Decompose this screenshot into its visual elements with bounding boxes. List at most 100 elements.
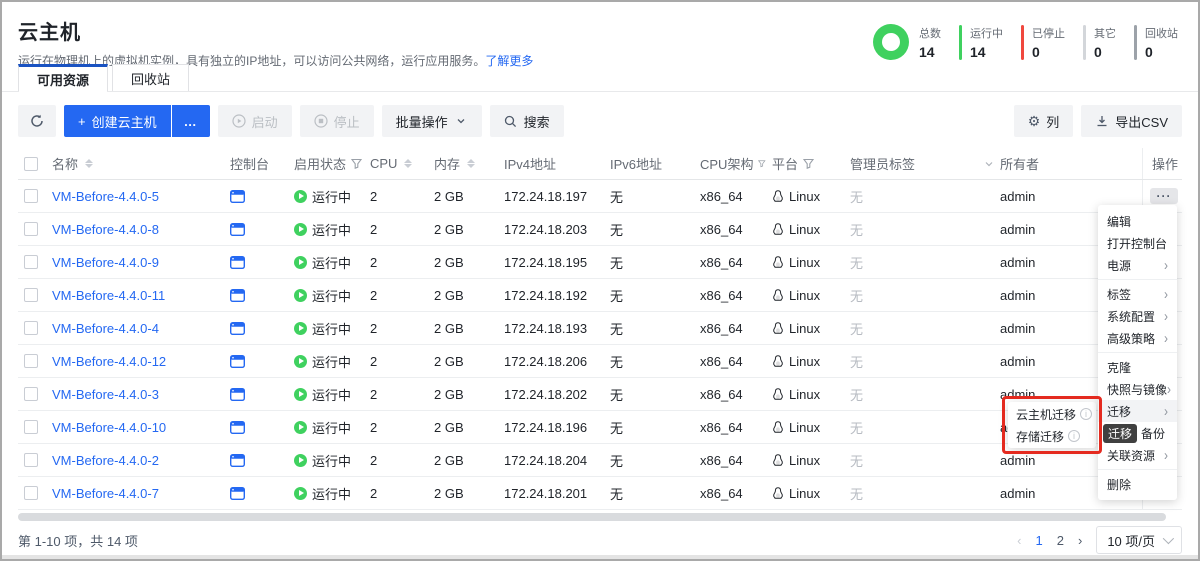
admin-tag-value: 无 [850,484,863,503]
export-csv-button[interactable]: 导出CSV [1081,105,1182,137]
filter-icon[interactable] [758,158,766,169]
console-icon[interactable] [230,388,245,401]
console-icon[interactable] [230,256,245,269]
ipv6-value: 无 [610,484,623,503]
submenu-item[interactable]: 云主机迁移 i [1008,403,1096,425]
row-checkbox[interactable] [24,354,38,368]
console-icon[interactable] [230,355,245,368]
owner-value: admin [1000,486,1035,501]
col-cpu[interactable]: CPU [370,156,434,171]
memory-value: 2 GB [434,420,464,435]
vm-name-link[interactable]: VM-Before-4.4.0-10 [52,420,166,435]
linux-penguin-icon [772,388,784,401]
filter-icon[interactable] [351,158,362,169]
console-icon[interactable] [230,454,245,467]
vm-name-link[interactable]: VM-Before-4.4.0-11 [52,288,165,303]
row-checkbox[interactable] [24,222,38,236]
menu-divider [1098,469,1177,470]
page-number-1[interactable]: 1 [1036,533,1043,548]
col-memory[interactable]: 内存 [434,154,504,173]
row-checkbox[interactable] [24,387,38,401]
admin-tag-value: 无 [850,220,863,239]
next-page-button[interactable]: › [1078,533,1082,548]
menu-item[interactable]: 电源 › [1098,254,1177,276]
console-icon[interactable] [230,223,245,236]
menu-item[interactable]: 打开控制台 › [1098,232,1177,254]
stat-label: 回收站 [1145,25,1178,41]
stop-button[interactable]: 停止 [300,105,374,137]
row-checkbox[interactable] [24,189,38,203]
tab-1[interactable]: 回收站 [112,64,189,91]
start-button[interactable]: 启动 [218,105,292,137]
columns-button[interactable]: ⚙ 列 [1014,105,1074,137]
horizontal-scrollbar[interactable] [18,513,1166,521]
row-actions-button[interactable]: ··· [1150,188,1178,204]
menu-item[interactable]: 标签 › [1098,283,1177,305]
ipv4-value: 172.24.18.192 [504,288,587,303]
table-header-row: 名称 控制台 启用状态 CPU 内存 IPv4地址 IPv6地址 CPU架构 平… [18,148,1182,180]
console-icon[interactable] [230,322,245,335]
col-name[interactable]: 名称 [52,154,230,173]
vm-name-link[interactable]: VM-Before-4.4.0-7 [52,486,159,501]
console-icon[interactable] [230,190,245,203]
collapse-chevron-icon[interactable] [984,159,994,169]
console-icon[interactable] [230,487,245,500]
select-all-checkbox[interactable] [24,157,38,171]
admin-tag-value: 无 [850,253,863,272]
console-icon[interactable] [230,289,245,302]
create-more-button[interactable]: … [172,105,210,137]
status-badge: 运行中 [294,352,351,371]
row-checkbox[interactable] [24,420,38,434]
sort-icon[interactable] [467,159,475,168]
col-platform[interactable]: 平台 [772,154,850,173]
submenu-item[interactable]: 存储迁移 i [1008,425,1096,447]
row-checkbox[interactable] [24,453,38,467]
col-arch[interactable]: CPU架构 [700,154,772,173]
menu-item[interactable]: 高级策略 › [1098,327,1177,349]
plus-icon: + [78,114,86,129]
table-row: VM-Before-4.4.0-8 运行中 2 2 GB 172.24.18.2… [18,213,1182,246]
stat-item: 已停止 0 [1021,25,1065,60]
vm-name-link[interactable]: VM-Before-4.4.0-4 [52,321,159,336]
row-checkbox[interactable] [24,288,38,302]
cpu-value: 2 [370,189,377,204]
ipv4-value: 172.24.18.193 [504,321,587,336]
running-icon [294,256,307,269]
menu-item[interactable]: 编辑 › [1098,210,1177,232]
console-icon[interactable] [230,421,245,434]
menu-item[interactable]: 删除 › [1098,473,1177,495]
arch-value: x86_64 [700,354,743,369]
row-checkbox[interactable] [24,321,38,335]
vm-name-link[interactable]: VM-Before-4.4.0-3 [52,387,159,402]
tab-0[interactable]: 可用资源 [18,64,108,91]
sort-icon[interactable] [404,159,412,168]
search-button[interactable]: 搜索 [490,105,564,137]
platform-value: Linux [789,486,820,501]
menu-item[interactable]: 克隆 › [1098,356,1177,378]
vm-name-link[interactable]: VM-Before-4.4.0-8 [52,222,159,237]
vm-name-link[interactable]: VM-Before-4.4.0-12 [52,354,166,369]
vm-name-link[interactable]: VM-Before-4.4.0-9 [52,255,159,270]
menu-item[interactable]: 关联资源 › [1098,444,1177,466]
page-number-2[interactable]: 2 [1057,533,1064,548]
platform-value: Linux [789,387,820,402]
refresh-button[interactable] [18,105,56,137]
page-size-select[interactable]: 10 项/页 [1096,526,1182,554]
create-vm-button[interactable]: + 创建云主机 [64,105,171,137]
batch-actions-button[interactable]: 批量操作 [382,105,482,137]
menu-item[interactable]: 系统配置 › [1098,305,1177,327]
row-checkbox[interactable] [24,255,38,269]
sort-icon[interactable] [85,159,93,168]
row-checkbox[interactable] [24,486,38,500]
vm-name-link[interactable]: VM-Before-4.4.0-2 [52,453,159,468]
memory-value: 2 GB [434,288,464,303]
menu-item[interactable]: 迁移 › [1098,400,1177,422]
vm-name-link[interactable]: VM-Before-4.4.0-5 [52,189,159,204]
prev-page-button[interactable]: ‹ [1017,533,1021,548]
col-status[interactable]: 启用状态 [294,154,370,173]
filter-icon[interactable] [803,158,814,169]
menu-item[interactable]: 迁移备份 › [1098,422,1177,444]
menu-item[interactable]: 快照与镜像 › [1098,378,1177,400]
learn-more-link[interactable]: 了解更多 [485,54,533,68]
total-donut-chart [873,24,909,60]
